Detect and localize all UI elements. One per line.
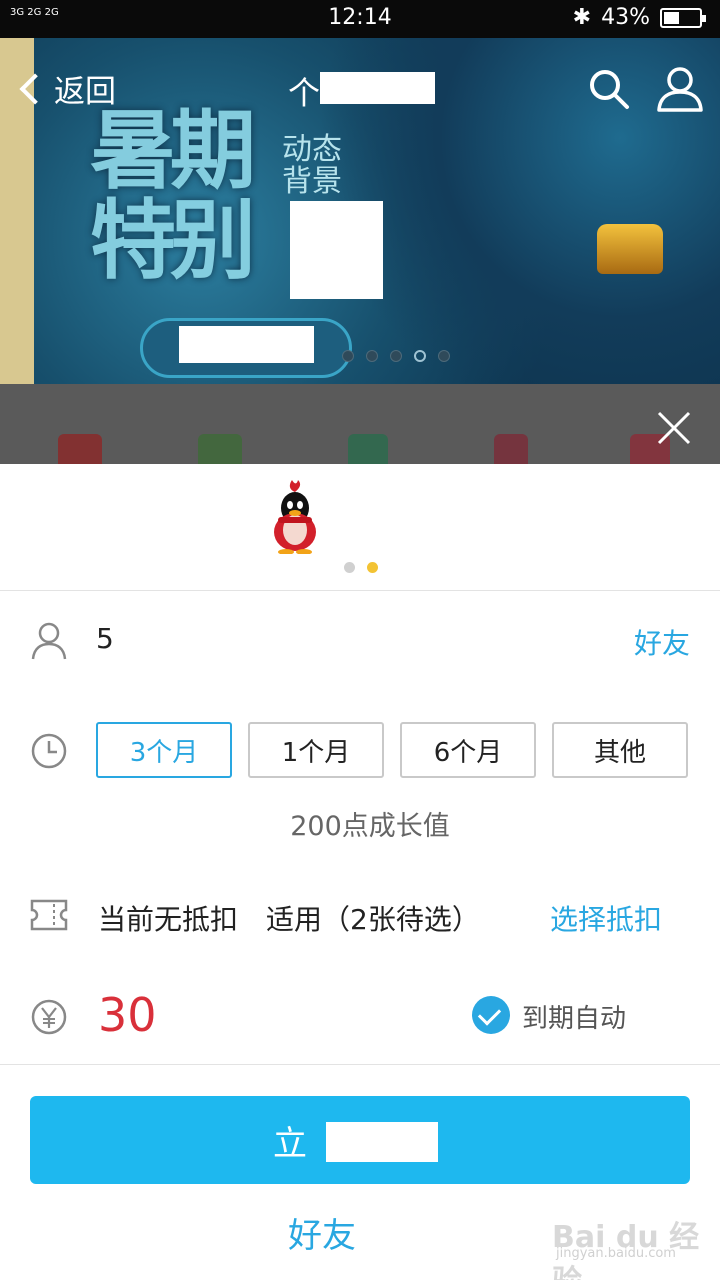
divider (0, 1064, 720, 1065)
search-icon[interactable] (588, 68, 630, 110)
carousel-dot[interactable] (438, 350, 450, 362)
top-nav: 返回 个 (0, 38, 720, 138)
duration-option[interactable]: 1个月 (248, 722, 384, 778)
banner-subtext: 动态背景 (282, 132, 342, 199)
duration-options: 3个月 1个月 6个月 其他 (96, 722, 688, 778)
status-bar: 3G 2G 2G 12:14 ✱ 43% (0, 0, 720, 38)
screen: 3G 2G 2G 12:14 ✱ 43% 暑期 特别 动态背景 返回 个 5 好… (0, 0, 720, 1280)
preview-dot[interactable] (344, 562, 355, 573)
user-icon[interactable] (656, 66, 704, 112)
carousel-dot[interactable] (390, 350, 402, 362)
preview-dot[interactable] (367, 562, 378, 573)
yen-icon (31, 999, 67, 1035)
baidu-watermark-url: jingyan.baidu.com (556, 1246, 676, 1261)
choose-discount-link[interactable]: 选择抵扣 (550, 898, 662, 938)
treasure-chest-icon (597, 224, 663, 274)
redacted-block (179, 326, 314, 363)
category-icon (494, 434, 528, 464)
duration-option[interactable]: 其他 (552, 722, 688, 778)
purchase-sheet: 5 好友 3个月 1个月 6个月 其他 200点成长值 当前无抵扣 适用（2张待选） … (0, 464, 720, 1280)
clock-icon (31, 733, 67, 769)
back-button[interactable]: 返回 (18, 66, 116, 111)
discount-applicable: 适用（2张待选） (266, 903, 480, 936)
redacted-title (320, 72, 435, 104)
divider (0, 590, 720, 591)
duration-option[interactable]: 6个月 (400, 722, 536, 778)
dimmed-overlay[interactable] (0, 384, 720, 464)
gift-friend-link[interactable]: 好友 (288, 1208, 356, 1257)
preview-indicator (344, 562, 378, 573)
carousel-dot[interactable] (366, 350, 378, 362)
redacted-block (290, 201, 383, 299)
price-value: 30 (98, 988, 157, 1042)
category-icon (198, 434, 242, 464)
person-icon (31, 622, 67, 660)
penguin-avatar-icon (274, 480, 316, 554)
back-label: 返回 (54, 74, 116, 110)
friend-link[interactable]: 好友 (634, 622, 690, 662)
page-title: 个 (288, 74, 321, 112)
battery-icon (660, 7, 706, 28)
redacted-block (326, 1122, 438, 1162)
battery-percent: 43% (601, 5, 650, 30)
close-icon[interactable] (656, 410, 692, 446)
chevron-left-icon (19, 72, 51, 105)
category-icon (58, 434, 102, 464)
auto-renew-checkbox[interactable] (472, 996, 510, 1034)
bluetooth-icon: ✱ (572, 5, 592, 30)
discount-status: 当前无抵扣 (98, 903, 239, 936)
banner-headline-2: 特别 (90, 191, 256, 291)
duration-option[interactable]: 3个月 (96, 722, 232, 778)
buy-button-label: 立 (273, 1123, 307, 1164)
status-right: ✱ 43% (572, 5, 706, 30)
carousel-indicator (342, 350, 450, 362)
growth-value-text: 200点成长值 (290, 811, 450, 842)
auto-renew-label: 到期自动 (522, 1004, 627, 1034)
account-value: 5 (96, 622, 114, 655)
category-icon (348, 434, 388, 464)
coupon-icon (30, 899, 68, 931)
carousel-dot[interactable] (414, 350, 426, 362)
carousel-dot[interactable] (342, 350, 354, 362)
